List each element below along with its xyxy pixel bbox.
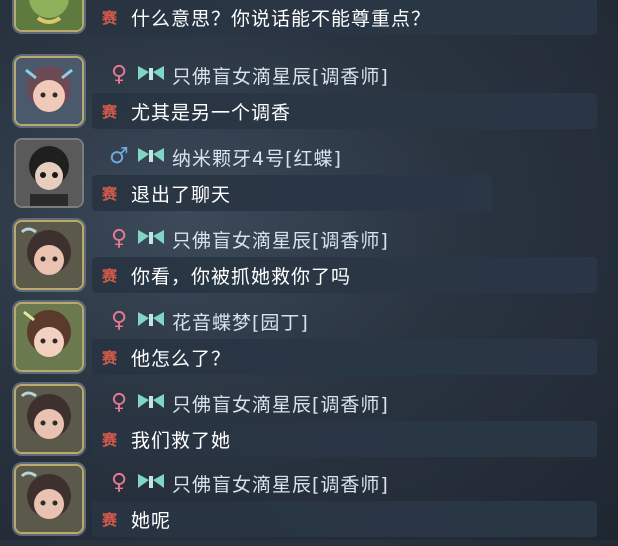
message-header: ♀ 花音蝶梦[园丁] [108, 306, 309, 336]
male-symbol-icon: ♂ [109, 144, 129, 169]
player-avatar[interactable] [16, 222, 82, 288]
message-header: ♀ 只佛盲女滴星辰[调香师] [108, 60, 389, 90]
player-avatar[interactable] [16, 304, 82, 370]
message-text: 尤其是另一个调香 [131, 101, 292, 124]
message-bubble: 赛 你看，你被抓她救你了吗 [92, 257, 597, 293]
butterfly-wing-badge-icon [136, 226, 166, 252]
message-text: 退出了聊天 [131, 183, 232, 206]
chat-message: ♂ 纳米颗牙4号[红蝶] 赛 退出了聊天 [0, 140, 618, 220]
female-symbol-icon: ♀ [110, 470, 128, 495]
message-bubble: 赛 退出了聊天 [92, 175, 492, 211]
player-name[interactable]: 只佛盲女滴星辰[调香师] [172, 390, 389, 417]
message-bubble: 赛 尤其是另一个调香 [92, 93, 597, 129]
message-bubble: 赛 他怎么了？ [92, 339, 597, 375]
player-name[interactable]: 花音蝶梦[园丁] [172, 308, 309, 335]
message-bubble: 赛 我们救了她 [92, 421, 597, 457]
butterfly-wing-badge-icon [136, 62, 166, 88]
chat-message: ♀ 只佛盲女滴星辰[调香师] 赛 我们救了她 [0, 386, 618, 466]
match-tag: 赛 [102, 266, 118, 285]
player-avatar[interactable] [16, 386, 82, 452]
message-text: 我们救了她 [131, 429, 232, 452]
message-header: ♀ 只佛盲女滴星辰[调香师] [108, 224, 389, 254]
message-text: 你看，你被抓她救你了吗 [131, 265, 352, 288]
message-header: ♂ 纳米颗牙4号[红蝶] [108, 142, 342, 172]
message-header: ♀ 只佛盲女滴星辰[调香师] [108, 388, 389, 418]
butterfly-wing-badge-icon [136, 144, 166, 170]
chat-message-list[interactable]: 赛 什么意思？你说话能不能尊重点？ ♀ 只佛盲女滴星辰[调香师] 赛 尤其是另一… [0, 0, 618, 540]
message-header: ♀ 只佛盲女滴星辰[调香师] [108, 468, 389, 498]
message-text: 她呢 [131, 509, 172, 532]
player-name[interactable]: 纳米颗牙4号[红蝶] [172, 144, 342, 171]
message-text: 他怎么了？ [131, 347, 232, 370]
chat-message: ♀ 花音蝶梦[园丁] 赛 他怎么了？ [0, 304, 618, 384]
female-symbol-icon: ♀ [110, 226, 128, 251]
butterfly-wing-badge-icon [136, 390, 166, 416]
player-avatar[interactable] [16, 0, 82, 30]
player-avatar[interactable] [16, 466, 82, 532]
player-name[interactable]: 只佛盲女滴星辰[调香师] [172, 62, 389, 89]
match-tag: 赛 [102, 348, 118, 367]
match-tag: 赛 [102, 102, 118, 121]
match-tag: 赛 [102, 510, 118, 529]
message-bubble: 赛 她呢 [92, 501, 597, 537]
female-symbol-icon: ♀ [110, 308, 128, 333]
butterfly-wing-badge-icon [136, 308, 166, 334]
chat-message: ♀ 只佛盲女滴星辰[调香师] 赛 你看，你被抓她救你了吗 [0, 222, 618, 302]
message-bubble: 赛 什么意思？你说话能不能尊重点？ [92, 0, 597, 35]
female-symbol-icon: ♀ [110, 62, 128, 87]
player-name[interactable]: 只佛盲女滴星辰[调香师] [172, 226, 389, 253]
match-tag: 赛 [102, 184, 118, 203]
player-name[interactable]: 只佛盲女滴星辰[调香师] [172, 470, 389, 497]
message-text: 什么意思？你说话能不能尊重点？ [131, 7, 432, 30]
chat-message: 赛 什么意思？你说话能不能尊重点？ [0, 0, 618, 44]
butterfly-wing-badge-icon [136, 470, 166, 496]
chat-message: ♀ 只佛盲女滴星辰[调香师] 赛 尤其是另一个调香 [0, 58, 618, 138]
match-tag: 赛 [102, 430, 118, 449]
female-symbol-icon: ♀ [110, 390, 128, 415]
chat-message: ♀ 只佛盲女滴星辰[调香师] 赛 她呢 [0, 466, 618, 546]
player-avatar[interactable] [16, 58, 82, 124]
match-tag: 赛 [102, 8, 118, 27]
player-avatar[interactable] [16, 140, 82, 206]
